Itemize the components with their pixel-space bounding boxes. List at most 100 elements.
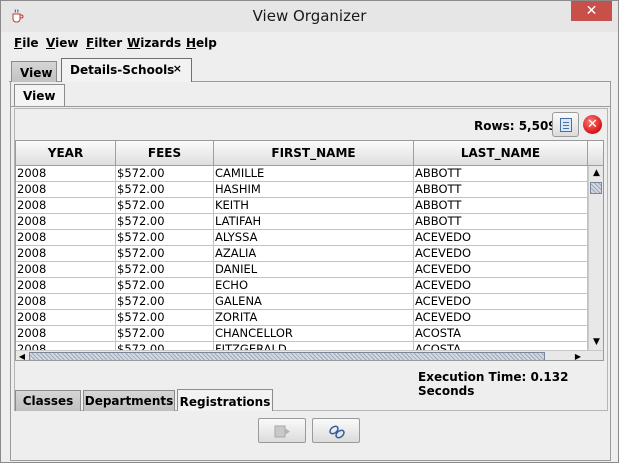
results-table: YEAR FEES FIRST_NAME LAST_NAME 2008 $572.00 C… — [15, 140, 604, 361]
vertical-scrollbar[interactable]: ▲ ▼ — [588, 166, 603, 350]
scroll-down-icon[interactable]: ▼ — [589, 335, 603, 350]
table-row[interactable]: 2008 $572.00 ALYSSA ACEVEDO — [16, 230, 588, 246]
table-row[interactable]: 2008 $572.00 ECHO ACEVEDO — [16, 278, 588, 294]
cell-year[interactable]: 2008 — [16, 198, 116, 214]
cell-first-name[interactable]: GALENA — [214, 294, 414, 310]
menu-filter[interactable]: Filter — [86, 36, 122, 50]
cell-last-name[interactable]: ACEVEDO — [414, 294, 588, 310]
table-row[interactable]: 2008 $572.00 CHANCELLOR ACOSTA — [16, 326, 588, 342]
refresh-button[interactable] — [312, 418, 360, 443]
cell-fees[interactable]: $572.00 — [116, 326, 214, 342]
tab-registrations[interactable]: Registrations — [177, 389, 273, 412]
tab-divider — [11, 106, 610, 107]
cell-first-name[interactable]: CAMILLE — [214, 166, 414, 182]
horizontal-scrollbar[interactable]: ◀ ▶ — [16, 350, 603, 360]
table-row[interactable]: 2008 $572.00 DANIEL ACEVEDO — [16, 262, 588, 278]
menu-view[interactable]: View — [46, 36, 78, 50]
cell-first-name[interactable]: CHANCELLOR — [214, 326, 414, 342]
cell-last-name[interactable]: ACEVEDO — [414, 310, 588, 326]
outer-tab-strip: View Details-Schools × — [9, 58, 611, 83]
close-window-button[interactable]: ✕ — [571, 1, 612, 21]
column-header-first-name[interactable]: FIRST_NAME — [214, 141, 414, 166]
column-header-last-name[interactable]: LAST_NAME — [414, 141, 588, 166]
cell-first-name[interactable]: KEITH — [214, 198, 414, 214]
cell-last-name[interactable]: ACOSTA — [414, 326, 588, 342]
horizontal-scroll-thumb[interactable] — [29, 352, 545, 360]
cell-year[interactable]: 2008 — [16, 326, 116, 342]
cell-year[interactable]: 2008 — [16, 294, 116, 310]
table-row[interactable]: 2008 $572.00 ZORITA ACEVEDO — [16, 310, 588, 326]
export-arrow-icon — [274, 425, 290, 438]
cell-first-name[interactable]: ECHO — [214, 278, 414, 294]
tab-departments[interactable]: Departments — [83, 390, 175, 411]
cell-first-name[interactable]: DANIEL — [214, 262, 414, 278]
menu-wizards[interactable]: Wizards — [127, 36, 181, 50]
cell-fees[interactable]: $572.00 — [116, 246, 214, 262]
scroll-up-icon[interactable]: ▲ — [589, 166, 603, 181]
cell-fees[interactable]: $572.00 — [116, 278, 214, 294]
table-row[interactable]: 2008 $572.00 AZALIA ACEVEDO — [16, 246, 588, 262]
vertical-scroll-thumb[interactable] — [590, 182, 602, 194]
action-bar — [10, 411, 611, 461]
cell-last-name[interactable]: ACEVEDO — [414, 230, 588, 246]
cell-year[interactable]: 2008 — [16, 310, 116, 326]
details-panel: View Rows: 5,509 ✕ YEAR FEES FIRST_NAME LAS… — [10, 82, 611, 414]
table-body: 2008 $572.00 CAMILLE ABBOTT 2008 $572.00 HASHI… — [16, 166, 588, 350]
scroll-left-icon[interactable]: ◀ — [16, 351, 28, 360]
cell-fees[interactable]: $572.00 — [116, 166, 214, 182]
cell-year[interactable]: 2008 — [16, 246, 116, 262]
menu-file[interactable]: File — [14, 36, 39, 50]
cell-year[interactable]: 2008 — [16, 214, 116, 230]
column-header-year[interactable]: YEAR — [16, 141, 116, 166]
cell-last-name[interactable]: ABBOTT — [414, 166, 588, 182]
row-count: Rows: 5,509 — [474, 119, 557, 133]
cell-last-name[interactable]: ABBOTT — [414, 198, 588, 214]
cell-year[interactable]: 2008 — [16, 182, 116, 198]
column-header-fees[interactable]: FEES — [116, 141, 214, 166]
cell-last-name[interactable]: ABBOTT — [414, 214, 588, 230]
table-row[interactable]: 2008 $572.00 GALENA ACEVEDO — [16, 294, 588, 310]
tab-inner-view[interactable]: View — [14, 84, 65, 106]
title-bar[interactable]: View Organizer ✕ — [1, 1, 618, 32]
tab-classes[interactable]: Classes — [15, 390, 81, 411]
cell-first-name[interactable]: ZORITA — [214, 310, 414, 326]
cell-fees[interactable]: $572.00 — [116, 214, 214, 230]
cell-year[interactable]: 2008 — [16, 230, 116, 246]
cell-fees[interactable]: $572.00 — [116, 294, 214, 310]
cell-fees[interactable]: $572.00 — [116, 262, 214, 278]
cell-first-name[interactable]: HASHIM — [214, 182, 414, 198]
bottom-tab-strip: Classes Departments Registrations — [13, 389, 611, 412]
cell-first-name[interactable]: LATIFAH — [214, 214, 414, 230]
cell-fees[interactable]: $572.00 — [116, 198, 214, 214]
cell-first-name[interactable]: FITZGERALD — [214, 342, 414, 350]
table-row[interactable]: 2008 $572.00 KEITH ABBOTT — [16, 198, 588, 214]
clear-red-x-icon[interactable]: ✕ — [583, 115, 602, 134]
cell-last-name[interactable]: ABBOTT — [414, 182, 588, 198]
cell-last-name[interactable]: ACEVEDO — [414, 262, 588, 278]
cell-fees[interactable]: $572.00 — [116, 182, 214, 198]
cell-year[interactable]: 2008 — [16, 262, 116, 278]
cell-first-name[interactable]: ALYSSA — [214, 230, 414, 246]
table-row[interactable]: 2008 $572.00 HASHIM ABBOTT — [16, 182, 588, 198]
cell-year[interactable]: 2008 — [16, 278, 116, 294]
tab-view[interactable]: View — [11, 61, 57, 82]
cell-last-name[interactable]: ACEVEDO — [414, 278, 588, 294]
cell-first-name[interactable]: AZALIA — [214, 246, 414, 262]
tab-details-schools[interactable]: Details-Schools × — [61, 58, 192, 83]
export-button[interactable] — [258, 418, 306, 443]
cell-year[interactable]: 2008 — [16, 342, 116, 350]
scroll-right-icon[interactable]: ▶ — [572, 351, 584, 360]
cell-fees[interactable]: $572.00 — [116, 310, 214, 326]
cell-fees[interactable]: $572.00 — [116, 342, 214, 350]
table-row[interactable]: 2008 $572.00 FITZGERALD ACOSTA — [16, 342, 588, 350]
menu-help[interactable]: Help — [186, 36, 217, 50]
cell-year[interactable]: 2008 — [16, 166, 116, 182]
copy-button[interactable] — [552, 112, 579, 137]
header-corner — [588, 141, 603, 166]
cell-last-name[interactable]: ACOSTA — [414, 342, 588, 350]
cell-last-name[interactable]: ACEVEDO — [414, 246, 588, 262]
table-row[interactable]: 2008 $572.00 LATIFAH ABBOTT — [16, 214, 588, 230]
cell-fees[interactable]: $572.00 — [116, 230, 214, 246]
close-tab-icon[interactable]: × — [173, 62, 182, 75]
table-row[interactable]: 2008 $572.00 CAMILLE ABBOTT — [16, 166, 588, 182]
